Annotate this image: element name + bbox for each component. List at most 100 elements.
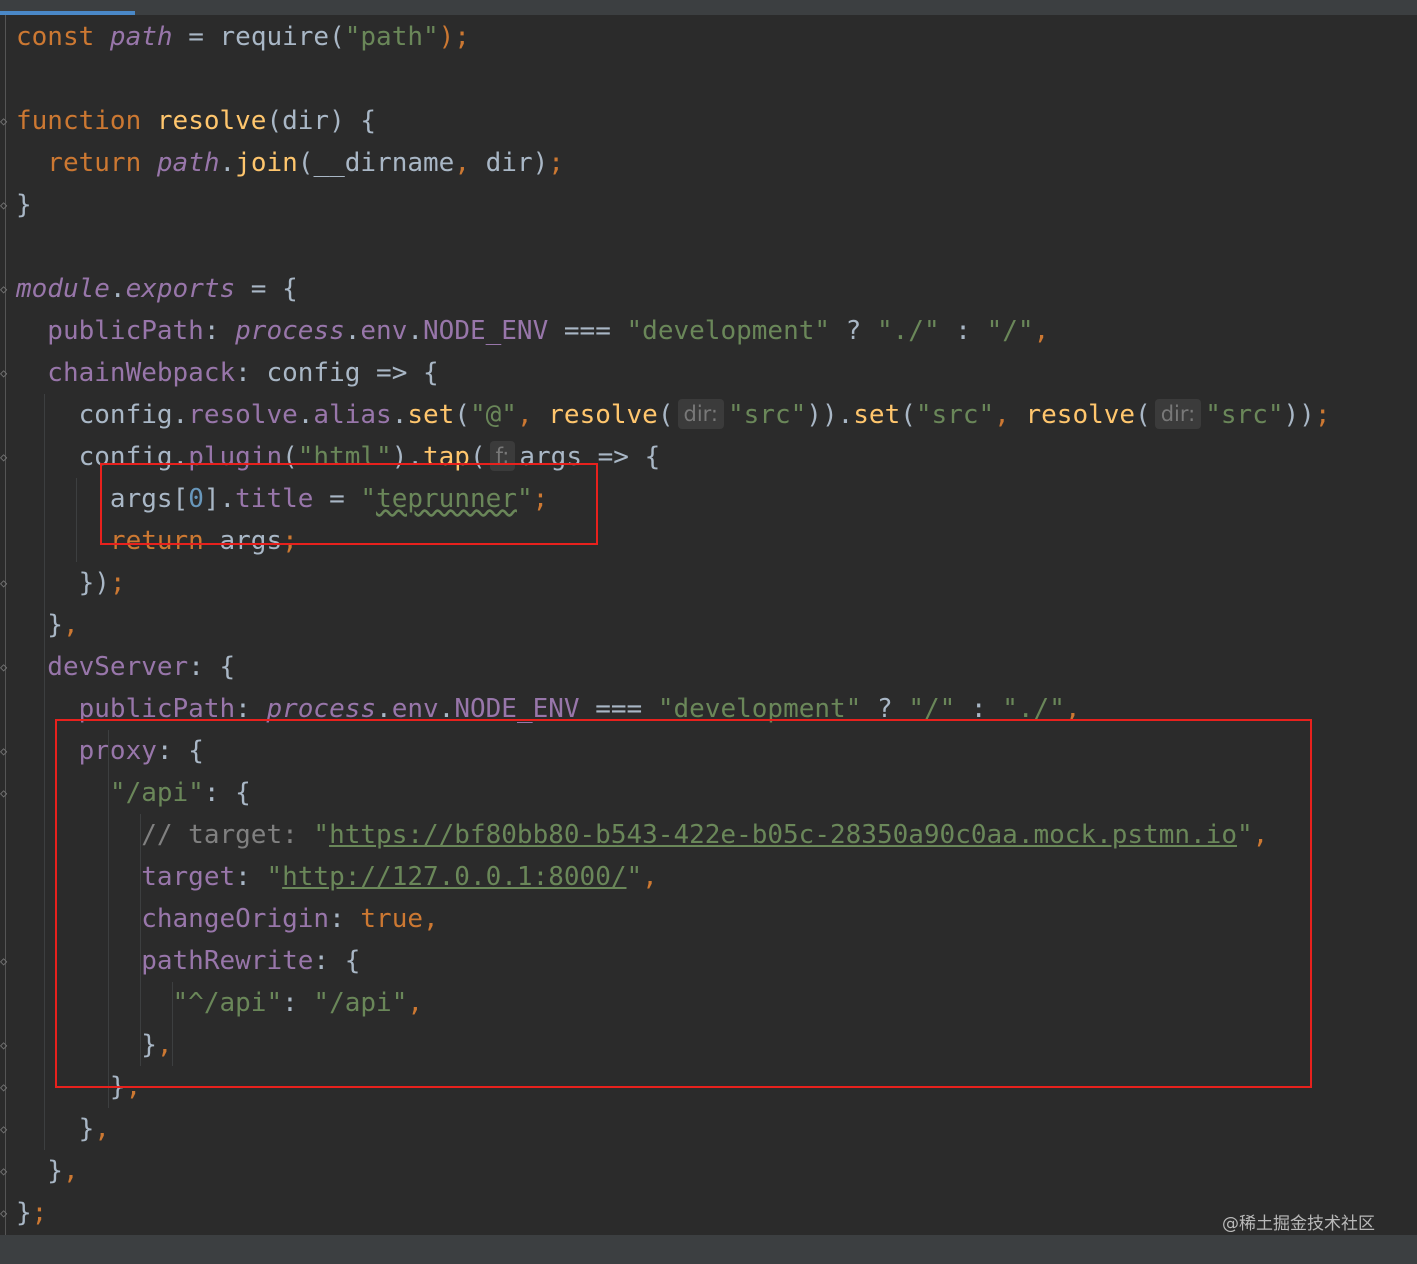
fold-marker-icon[interactable]: ◇ (0, 1165, 9, 1178)
fold-marker-icon[interactable]: ◇ (0, 1207, 9, 1220)
fold-marker-icon[interactable]: ◇ (0, 745, 9, 758)
code-token: } (16, 610, 63, 640)
code-token: , (994, 400, 1026, 430)
code-line[interactable]: }, (16, 1108, 110, 1150)
code-token: . (109, 274, 126, 304)
code-token: env (360, 316, 408, 346)
code-token: , (1033, 316, 1050, 346)
indent-guide (76, 478, 77, 562)
highlight-box-title (100, 463, 598, 545)
code-token: )) (1283, 400, 1315, 430)
code-token: ); (438, 22, 470, 52)
code-token: (dir) { (266, 106, 377, 136)
code-token: chainWebpack (16, 358, 236, 388)
code-token: "@" (469, 400, 517, 430)
code-token: set (407, 400, 455, 430)
code-token: path (156, 148, 220, 178)
fold-marker-icon[interactable]: ◇ (0, 1039, 9, 1052)
code-token: module (16, 274, 110, 304)
fold-marker-icon[interactable]: ◇ (0, 1081, 9, 1094)
fold-marker-icon[interactable]: ◇ (0, 115, 9, 128)
code-token: function (16, 106, 157, 136)
code-token: } (16, 1156, 63, 1186)
code-token: : config => { (235, 358, 439, 388)
code-token: join (235, 148, 298, 178)
code-token: , (454, 148, 486, 178)
code-line[interactable]: config.resolve.alias.set("@", resolve(di… (16, 394, 1330, 436)
watermark: @稀土掘金技术社区 (1222, 1214, 1375, 1234)
fold-marker-icon[interactable]: ◇ (0, 787, 9, 800)
code-token: . (407, 316, 424, 346)
fold-marker-icon[interactable]: ◇ (0, 661, 9, 674)
code-token: process (235, 316, 345, 346)
code-token: ; (1314, 400, 1331, 430)
status-bar (0, 1235, 1417, 1264)
code-token: ( (900, 400, 916, 430)
code-token: "/" (986, 316, 1034, 346)
code-line[interactable]: return path.join(__dirname, dir); (16, 142, 564, 184)
code-token: } (16, 190, 32, 220)
code-token: resolve (548, 400, 658, 430)
code-line[interactable]: devServer: { (16, 646, 235, 688)
code-token: exports (125, 274, 236, 304)
fold-marker-icon[interactable]: ◇ (0, 367, 9, 380)
fold-marker-icon[interactable]: ◇ (0, 1123, 9, 1136)
parameter-hint: dir: (1154, 399, 1202, 429)
code-token: )). (806, 400, 854, 430)
code-token: const (16, 22, 110, 52)
code-line[interactable]: publicPath: process.env.NODE_ENV === "de… (16, 310, 1049, 352)
fold-marker-icon[interactable]: ◇ (0, 577, 9, 590)
code-token: , (516, 400, 549, 430)
code-token: }) (16, 568, 110, 598)
fold-marker-icon[interactable]: ◇ (0, 283, 9, 296)
code-token: path (109, 22, 173, 52)
code-token: } (16, 1114, 95, 1144)
code-token: "src" (728, 400, 807, 430)
code-token: ; (548, 148, 564, 178)
code-token: ; (31, 1198, 48, 1228)
code-line[interactable]: chainWebpack: config => { (16, 352, 439, 394)
code-token: ( (454, 400, 470, 430)
code-token: "development" (626, 316, 831, 346)
code-token: : (939, 316, 987, 346)
code-token: . (219, 148, 236, 178)
code-line[interactable]: module.exports = { (16, 268, 298, 310)
code-token: . (297, 400, 314, 430)
indent-guide (44, 394, 45, 1150)
code-line[interactable]: }); (16, 562, 126, 604)
code-token: ( (1135, 400, 1151, 430)
code-token: : (203, 316, 236, 346)
editor-tab-bar (0, 0, 1417, 15)
code-token: . (344, 316, 361, 346)
code-token: = require( (172, 22, 345, 52)
code-token: , (62, 610, 79, 640)
code-token: devServer (16, 652, 189, 682)
code-line[interactable]: function resolve(dir) { (16, 100, 376, 142)
fold-marker-icon[interactable]: ◇ (0, 199, 9, 212)
code-token: ; (109, 568, 126, 598)
code-token: alias (313, 400, 392, 430)
code-token: = { (235, 274, 298, 304)
code-line[interactable]: }, (16, 604, 79, 646)
code-line[interactable]: }, (16, 1150, 78, 1192)
code-token: } (16, 1198, 32, 1228)
code-line[interactable]: } (16, 184, 32, 226)
code-token: "src" (915, 400, 995, 430)
code-token: : { (188, 652, 236, 682)
highlight-box-proxy (55, 719, 1312, 1088)
code-token: return (16, 148, 157, 178)
fold-marker-icon[interactable]: ◇ (0, 451, 9, 464)
code-token: , (94, 1114, 110, 1144)
code-token: publicPath (16, 316, 204, 346)
code-token: ( (657, 400, 674, 430)
code-token: . (391, 400, 408, 430)
fold-marker-icon[interactable]: ◇ (0, 955, 9, 968)
code-token: "path" (344, 22, 439, 52)
code-token: set (853, 400, 901, 430)
code-token: ? (830, 316, 877, 346)
code-token: (__dirname (297, 148, 455, 178)
code-line[interactable]: }; (16, 1192, 47, 1234)
code-line[interactable]: const path = require("path"); (16, 16, 470, 58)
code-token: === (548, 316, 627, 346)
code-token: resolve (156, 106, 267, 136)
